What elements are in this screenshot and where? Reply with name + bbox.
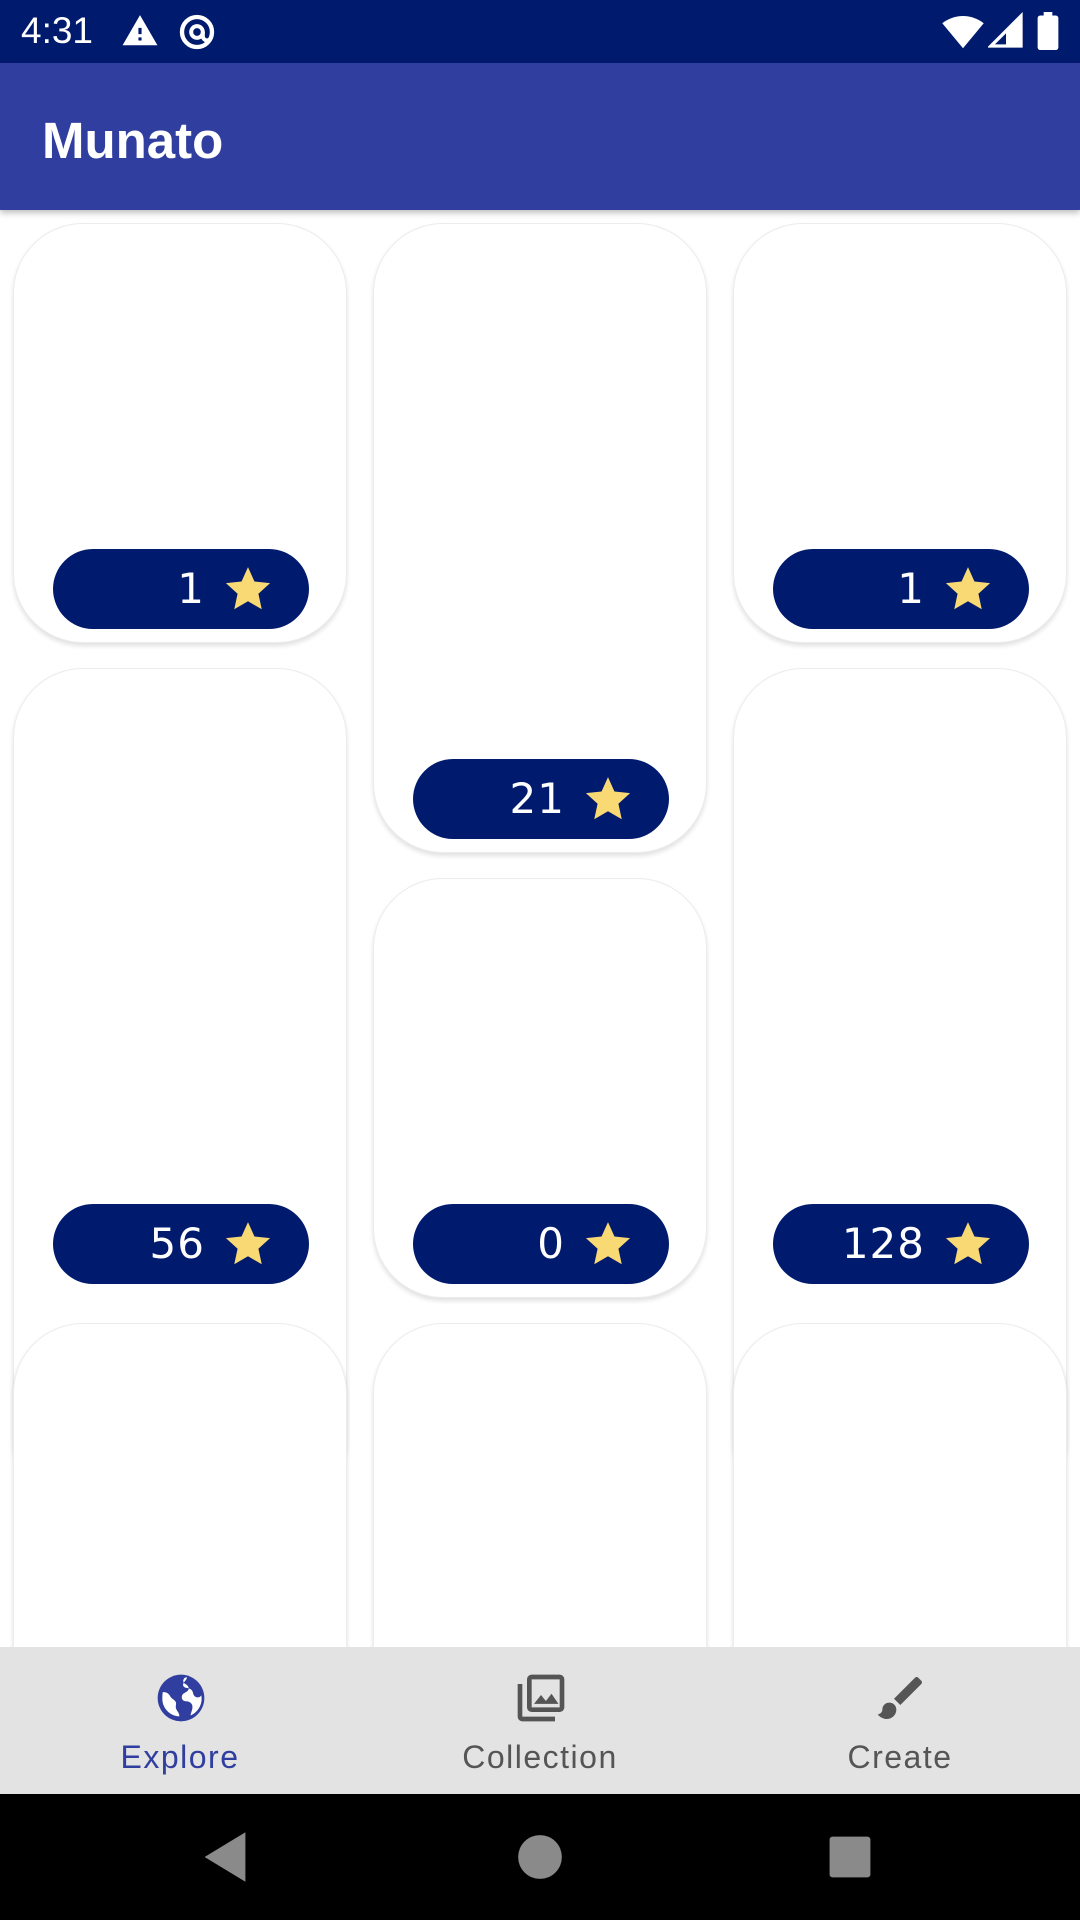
- brush-icon: [877, 1677, 922, 1719]
- star-count-badge: 128: [773, 1204, 1029, 1284]
- star-icon: [945, 567, 991, 610]
- globe-icon: [157, 1674, 205, 1722]
- card-item[interactable]: [373, 1323, 707, 1647]
- card-item[interactable]: [733, 1323, 1067, 1647]
- star-count: 1: [177, 564, 205, 613]
- back-icon[interactable]: [190, 1822, 260, 1892]
- card-item[interactable]: 1: [733, 223, 1067, 643]
- star-count: 128: [841, 1219, 925, 1268]
- star-count-badge: 0: [413, 1204, 669, 1284]
- status-bar: 4:31: [0, 0, 1080, 63]
- app-title: Munato: [42, 112, 224, 169]
- star-count: 21: [509, 774, 565, 823]
- battery-icon: [1037, 12, 1059, 50]
- card-item[interactable]: 0: [373, 878, 707, 1298]
- app-bar: Munato: [0, 63, 1080, 210]
- warning-icon: [122, 15, 158, 46]
- bottom-navigation: Explore Collection Create: [0, 1647, 1080, 1794]
- nav-item-explore[interactable]: Explore: [0, 1647, 360, 1794]
- star-count: 0: [537, 1219, 565, 1268]
- star-icon: [585, 777, 631, 820]
- card-item[interactable]: 21: [373, 223, 707, 853]
- recents-icon[interactable]: [815, 1822, 885, 1892]
- nav-label-create: Create: [847, 1739, 953, 1775]
- nav-item-collection[interactable]: Collection: [360, 1647, 720, 1794]
- nav-label-explore: Explore: [120, 1739, 240, 1775]
- star-icon: [585, 1222, 631, 1265]
- star-count-badge: 56: [53, 1204, 309, 1284]
- star-icon: [225, 567, 271, 610]
- nav-item-create[interactable]: Create: [720, 1647, 1080, 1794]
- star-count-badge: 21: [413, 759, 669, 839]
- card-grid[interactable]: 1 56 21 0 1 128: [0, 210, 1080, 1647]
- home-icon[interactable]: [505, 1822, 575, 1892]
- status-time: 4:31: [21, 10, 94, 51]
- system-navigation-bar: [0, 1794, 1080, 1920]
- star-count: 1: [897, 564, 925, 613]
- wifi-icon: [942, 15, 984, 49]
- star-count: 56: [149, 1219, 205, 1268]
- star-count-badge: 1: [53, 549, 309, 629]
- cell-signal-icon: [988, 12, 1023, 48]
- at-sign-icon: [179, 14, 215, 50]
- card-item[interactable]: 1: [13, 223, 347, 643]
- star-icon: [225, 1222, 271, 1265]
- nav-label-collection: Collection: [462, 1739, 618, 1775]
- star-icon: [945, 1222, 991, 1265]
- card-item[interactable]: [13, 1323, 347, 1647]
- photo-library-icon: [517, 1674, 565, 1722]
- star-count-badge: 1: [773, 549, 1029, 629]
